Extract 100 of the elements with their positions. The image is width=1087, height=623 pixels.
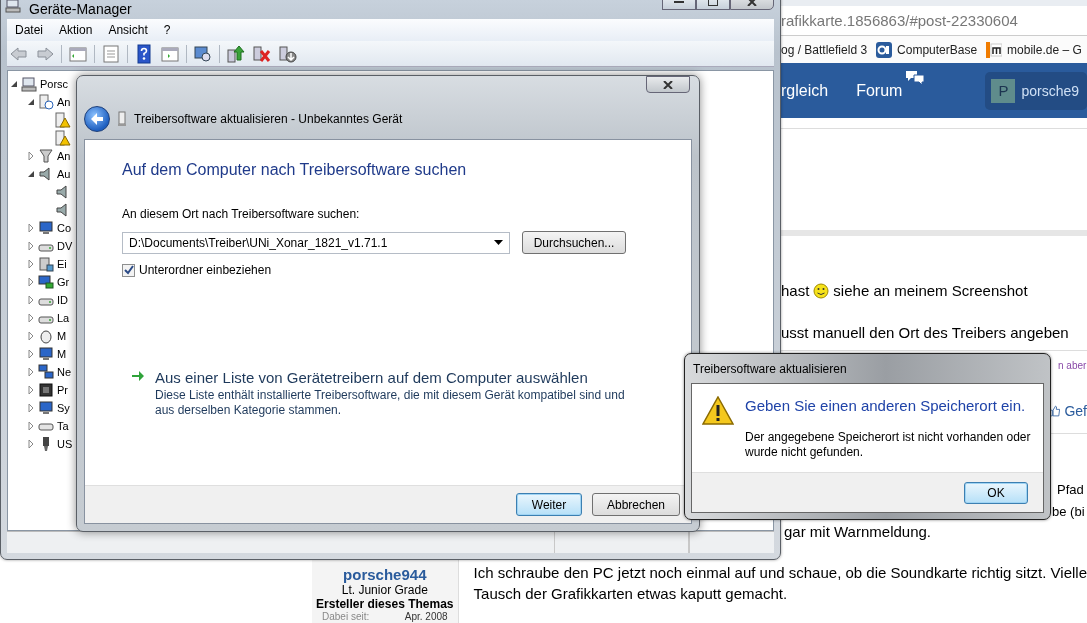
post-text: Pfad (1057, 481, 1084, 499)
unknown-device-icon (38, 94, 54, 110)
caret-icon[interactable] (494, 240, 503, 245)
post-text: gar mit Warnmeldung. (784, 523, 931, 541)
post-text: siehe an meinem Screenshot (833, 282, 1028, 300)
tree-item-label[interactable]: Gr (57, 276, 70, 288)
command-link[interactable]: Aus einer Liste von Gerätetreibern auf dem Computer auswählen (155, 369, 588, 387)
menu-item[interactable]: ? (155, 23, 179, 37)
close-button[interactable] (646, 76, 690, 93)
bookmark-link[interactable]: ComputerBase (897, 42, 978, 57)
bookmark-link[interactable]: mobile.de – G (1007, 42, 1082, 57)
message-heading: Geben Sie einen anderen Speicherort ein. (745, 396, 1027, 416)
post-text: Ich schraube den PC jetzt noch einmal auf und schaue, ob die Soundkarte richtig sitzt. Vielle (473, 564, 1087, 582)
browse-button[interactable]: Durchsuchen... (522, 231, 626, 254)
member-since-label: Dabei seit: (322, 611, 370, 622)
mouse-icon (38, 328, 54, 344)
tree-item-label[interactable]: Pr (57, 384, 68, 396)
expand-toggle[interactable] (26, 241, 36, 251)
nav-link[interactable]: Forum (856, 81, 903, 100)
default-button[interactable]: OK (964, 481, 1028, 504)
expand-toggle[interactable] (26, 259, 36, 269)
collapse-toggle[interactable] (9, 79, 19, 89)
collapse-toggle[interactable] (26, 169, 36, 179)
tree-item-label[interactable]: Au (57, 168, 71, 180)
expand-toggle[interactable] (26, 313, 36, 323)
collapse-toggle[interactable] (26, 97, 36, 107)
post-text: Tausch der Grafikkarten etwas kaputt gemacht. (473, 585, 788, 603)
menu-item[interactable]: Ansicht (100, 23, 156, 37)
display-adapter-icon (38, 274, 54, 290)
user-menu[interactable]: P porsche9 (985, 71, 1087, 110)
dialog-heading: Auf dem Computer nach Treibersoftware suchen (122, 160, 468, 180)
like-link[interactable]: Gef (1064, 403, 1087, 419)
tree-item-label[interactable]: Ta (57, 420, 69, 432)
window-title: Geräte-Manager (29, 0, 132, 17)
field-label: An diesem Ort nach Treibersoftware suchen: (122, 207, 361, 222)
tree-item-label[interactable]: Sy (57, 402, 70, 414)
expand-toggle[interactable] (26, 403, 36, 413)
expand-toggle[interactable] (26, 223, 36, 233)
expand-toggle[interactable] (26, 421, 36, 431)
tree-item-label[interactable]: An (57, 96, 71, 108)
tree-item-label[interactable]: M (57, 348, 67, 360)
post-text: usst manuell den Ort des Treibers angeben (781, 324, 1069, 342)
tree-item-label[interactable]: M (57, 330, 67, 342)
uninstall-icon[interactable] (252, 43, 272, 64)
path-combobox[interactable]: D:\Documents\Treiber\UNi_Xonar_1821_v1.71.1 (122, 231, 510, 254)
tree-item-label[interactable]: An (57, 150, 71, 162)
menu-item[interactable]: Aktion (51, 23, 101, 37)
member-since-date: Apr. 2008 (404, 611, 448, 622)
monitor-icon (38, 346, 54, 362)
computer-icon (21, 76, 37, 92)
controller-icon (38, 256, 54, 272)
disable-icon[interactable] (278, 43, 298, 64)
scan-icon[interactable] (193, 43, 213, 64)
minimize-icon[interactable] (674, 0, 684, 4)
expand-toggle[interactable] (26, 277, 36, 287)
device-icon (118, 110, 126, 127)
expand-toggle[interactable] (26, 331, 36, 341)
tree-item-label[interactable]: Ne (57, 366, 72, 378)
bookmark-link[interactable]: og / Battlefield 3 (781, 42, 868, 57)
update-icon[interactable] (226, 43, 246, 64)
maximize-icon[interactable] (708, 0, 718, 6)
monitor-icon (38, 220, 54, 236)
message-text: Der angegebene Speicherort ist nicht vorhanden oder wurde nicht gefunden. (745, 430, 1032, 460)
checkbox[interactable] (122, 263, 135, 277)
author-name[interactable]: porsche944 (343, 566, 427, 583)
tree-item-label[interactable]: ID (57, 294, 68, 306)
expand-toggle[interactable] (26, 151, 36, 161)
expand-toggle[interactable] (26, 367, 36, 377)
bookmark-logo-icon (876, 41, 893, 58)
expand-toggle[interactable] (26, 439, 36, 449)
expand-toggle[interactable] (26, 349, 36, 359)
default-button[interactable]: Weiter (516, 493, 582, 516)
post-text: hast (781, 282, 810, 300)
tree-item-label[interactable]: DV (57, 240, 73, 252)
port-icon (38, 148, 54, 164)
help-icon[interactable] (134, 43, 154, 64)
expand-toggle[interactable] (26, 295, 36, 305)
checkbox-label[interactable]: Unterordner einbeziehen (139, 263, 272, 277)
tree-item-label[interactable]: Co (57, 222, 72, 234)
expand-toggle[interactable] (26, 385, 36, 395)
arrow-left-icon[interactable] (90, 112, 104, 125)
back-button[interactable] (84, 105, 110, 132)
arrow-right-icon (131, 369, 145, 383)
close-icon[interactable] (663, 80, 673, 89)
tree-item-label[interactable]: Ei (57, 258, 67, 270)
monitor-icon (38, 400, 54, 416)
tree-item-label[interactable]: Porsc (40, 78, 69, 90)
warning-icon (702, 396, 734, 426)
bookmark-logo-icon (986, 41, 1003, 58)
dialog-button[interactable]: Abbrechen (592, 493, 680, 516)
device-warning-icon (55, 130, 71, 146)
tree-item-label[interactable]: US (57, 438, 73, 450)
link-description: Diese Liste enthält installierte Treibersoftware, die mit diesem Gerät kompatibel sind und aus derselben Kategorie stammen. (155, 388, 626, 418)
close-icon[interactable] (747, 0, 757, 6)
nav-link[interactable]: rgleich (781, 81, 829, 100)
chat-icon (905, 69, 926, 86)
author-role: Ersteller dieses Themas (316, 597, 454, 611)
menu-item[interactable]: Datei (7, 23, 51, 37)
tree-item-label[interactable]: La (57, 312, 70, 324)
address-text[interactable]: rafikkarte.1856863/#post-22330604 (781, 12, 1018, 29)
